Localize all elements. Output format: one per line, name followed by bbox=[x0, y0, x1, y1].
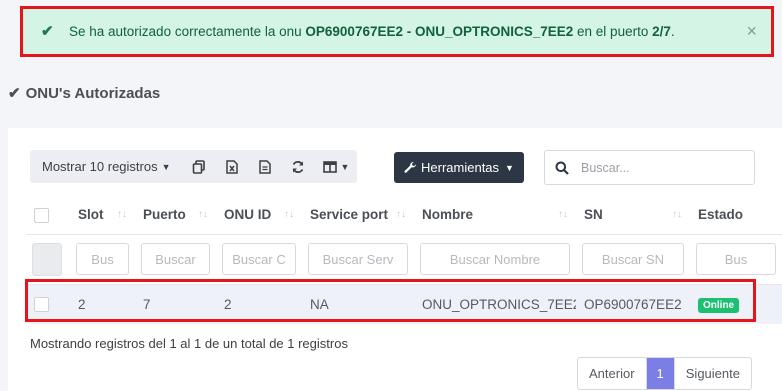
cell-slot: 2 bbox=[70, 284, 135, 324]
sort-icon: ↑↓ bbox=[396, 209, 406, 221]
csv-button[interactable] bbox=[249, 150, 282, 183]
search-icon bbox=[555, 161, 569, 175]
column-header-sn[interactable]: SN ↑↓ bbox=[576, 196, 690, 235]
excel-icon bbox=[226, 159, 238, 174]
refresh-button[interactable] bbox=[282, 150, 315, 183]
previous-page-button[interactable]: Anterior bbox=[578, 358, 646, 389]
check-icon: ✔ bbox=[8, 85, 21, 102]
cell-onu-id: 2 bbox=[216, 284, 302, 324]
success-alert: ✔ Se ha autorizado correctamente la onu … bbox=[20, 6, 774, 57]
table-card: Mostrar 10 registros▼ ▼ Herramientas▼ bbox=[8, 128, 782, 391]
status-badge: Online bbox=[698, 297, 740, 313]
search-box bbox=[544, 150, 755, 185]
tools-button[interactable]: Herramientas ▼ bbox=[394, 152, 524, 183]
select-all-header bbox=[26, 196, 70, 235]
column-header-puerto[interactable]: Puerto ↑↓ bbox=[135, 196, 216, 235]
column-header-nombre[interactable]: Nombre ↑↓ bbox=[414, 196, 576, 235]
cell-puerto: 7 bbox=[135, 284, 216, 324]
filter-nombre-input[interactable] bbox=[420, 243, 570, 275]
cell-service-port: NA bbox=[302, 284, 414, 324]
tools-label: Herramientas bbox=[421, 160, 500, 175]
search-input[interactable] bbox=[581, 160, 744, 175]
column-header-estado[interactable]: Estado bbox=[690, 196, 782, 235]
column-header-service-port[interactable]: Service port ↑↓ bbox=[302, 196, 414, 235]
caret-down-icon: ▼ bbox=[505, 162, 514, 173]
sort-icon: ↑↓ bbox=[284, 209, 294, 221]
refresh-icon bbox=[292, 160, 304, 173]
row-checkbox[interactable] bbox=[34, 297, 49, 313]
show-entries-button[interactable]: Mostrar 10 registros ▼ bbox=[30, 150, 183, 183]
cell-sn: OP6900767EE2 bbox=[576, 284, 690, 324]
check-icon: ✔ bbox=[41, 22, 54, 40]
caret-down-icon: ▼ bbox=[340, 161, 350, 172]
copy-icon bbox=[192, 159, 205, 174]
sort-icon: ↑↓ bbox=[198, 209, 208, 221]
show-entries-label: Mostrar 10 registros bbox=[42, 159, 158, 174]
column-header-slot[interactable]: Slot ↑↓ bbox=[70, 196, 135, 235]
onu-table: Slot ↑↓ Puerto ↑↓ ONU ID ↑↓ Service port ↑↓ … bbox=[26, 196, 782, 324]
sort-icon: ↑↓ bbox=[558, 209, 568, 221]
filter-onu-id-input[interactable] bbox=[222, 243, 296, 275]
copy-button[interactable] bbox=[183, 150, 216, 183]
next-page-button[interactable]: Siguiente bbox=[673, 358, 751, 389]
filter-sn-input[interactable] bbox=[582, 243, 684, 275]
column-header-onu-id[interactable]: ONU ID ↑↓ bbox=[216, 196, 302, 235]
page-1-button[interactable]: 1 bbox=[645, 358, 674, 389]
filter-estado-input[interactable] bbox=[696, 243, 776, 275]
table-row[interactable]: 2 7 2 NA ONU_OPTRONICS_7EE2 OP6900767EE2… bbox=[26, 284, 782, 324]
select-all-checkbox[interactable] bbox=[34, 207, 49, 223]
filter-service-port-input[interactable] bbox=[308, 243, 408, 275]
alert-message: Se ha autorizado correctamente la onu OP… bbox=[69, 24, 675, 39]
caret-down-icon: ▼ bbox=[161, 161, 171, 172]
table-info: Mostrando registros del 1 al 1 de un tot… bbox=[30, 336, 348, 351]
page-title: ✔ ONU's Autorizadas bbox=[8, 84, 161, 103]
filter-placeholder-box bbox=[32, 242, 62, 276]
close-icon[interactable]: × bbox=[746, 21, 757, 42]
columns-icon bbox=[322, 160, 337, 173]
wrench-icon bbox=[404, 161, 417, 173]
excel-button[interactable] bbox=[216, 150, 249, 183]
sort-icon: ↑↓ bbox=[117, 209, 127, 221]
filter-slot-input[interactable] bbox=[76, 243, 129, 275]
page-title-text: ONU's Autorizadas bbox=[25, 84, 161, 102]
table-toolbar: Mostrar 10 registros ▼ ▼ bbox=[30, 150, 358, 183]
filter-row bbox=[26, 234, 782, 285]
alert-onu-name: OP6900767EE2 - ONU_OPTRONICS_7EE2 bbox=[305, 24, 574, 39]
pagination: Anterior 1 Siguiente bbox=[577, 357, 752, 390]
alert-port: 2/7 bbox=[652, 24, 671, 39]
document-icon bbox=[259, 159, 271, 174]
filter-puerto-input[interactable] bbox=[141, 243, 210, 275]
column-visibility-button[interactable]: ▼ bbox=[315, 150, 358, 183]
header-row: Slot ↑↓ Puerto ↑↓ ONU ID ↑↓ Service port ↑↓ … bbox=[26, 196, 782, 235]
cell-nombre: ONU_OPTRONICS_7EE2 bbox=[414, 284, 576, 324]
sort-icon: ↑↓ bbox=[672, 209, 682, 221]
